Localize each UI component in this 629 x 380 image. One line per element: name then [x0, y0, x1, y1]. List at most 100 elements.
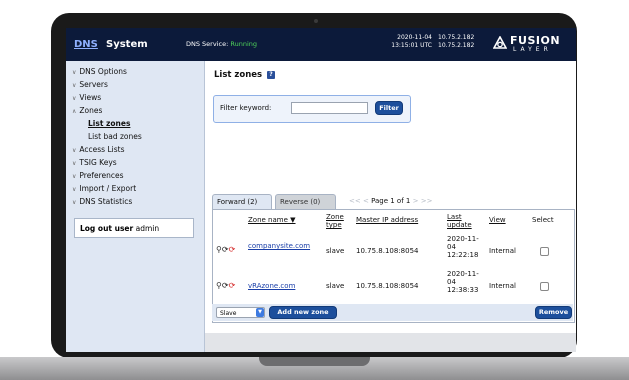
service-status: Running	[230, 40, 257, 48]
view-name: Internal	[489, 247, 516, 255]
remove-button[interactable]: Remove	[535, 306, 572, 319]
zone-type-select[interactable]: Slave ▼	[216, 307, 265, 318]
tab-forward[interactable]: Forward (2)	[212, 194, 272, 209]
chevron-up-icon: ∧	[72, 108, 77, 115]
last-update-l1: 2020-11-	[447, 235, 479, 243]
sidebar-item-access-lists[interactable]: ∨ Access Lists	[72, 145, 124, 154]
pager-prev[interactable]: <	[363, 197, 369, 205]
main-content: List zones ? Filter keyword: Filter Forw…	[205, 61, 576, 352]
ip-text-2: 10.75.2.182	[438, 42, 475, 49]
col-header-zone-type[interactable]: Zone type	[326, 213, 344, 229]
tab-reverse[interactable]: Reverse (0)	[275, 194, 336, 209]
chevron-down-icon: ∨	[72, 147, 77, 154]
chevron-down-icon: ∨	[72, 199, 77, 206]
sidebar: ∨ DNS Options ∨ Servers ∨ Views ∧ Zones List…	[66, 61, 205, 352]
service-label: DNS Service:	[186, 40, 229, 48]
delete-zone-icon[interactable]: ⟳	[229, 281, 236, 290]
pager-last[interactable]: >>	[421, 197, 433, 205]
pager-next[interactable]: >	[413, 197, 419, 205]
add-new-zone-button[interactable]: Add new zone	[269, 306, 337, 319]
pager-first[interactable]: <<	[349, 197, 361, 205]
chevron-down-icon: ∨	[72, 173, 77, 180]
refresh-icon[interactable]: ⟳	[222, 281, 229, 290]
col-header-last-update-l2: update	[447, 221, 472, 229]
col-header-last-update-l1: Last	[447, 213, 462, 221]
sidebar-item-tsig-keys[interactable]: ∨ TSIG Keys	[72, 158, 117, 167]
logout-label: Log out user	[80, 224, 134, 233]
last-update-l1: 2020-11-	[447, 270, 479, 278]
pager: << < Page 1 of 1 > >>	[349, 197, 432, 205]
view-name: Internal	[489, 282, 516, 290]
username: admin	[135, 224, 160, 233]
logout-button[interactable]: Log out user admin	[74, 218, 194, 238]
page-title: List zones ?	[214, 70, 276, 80]
filter-panel: Filter keyword: Filter	[213, 95, 411, 123]
filter-keyword-input[interactable]	[291, 102, 368, 114]
top-bar: DNS System DNS Service: Running 2020-11-…	[66, 28, 576, 61]
ip-text-1: 10.75.2.182	[438, 34, 475, 41]
help-icon[interactable]: ?	[267, 70, 276, 79]
delete-zone-icon[interactable]: ⟳	[229, 245, 236, 254]
sidebar-item-preferences[interactable]: ∨ Preferences	[72, 171, 124, 180]
chevron-down-icon: ▼	[256, 308, 264, 317]
col-header-last-update[interactable]: Last update	[447, 213, 472, 229]
zone-type-select-value: Slave	[220, 310, 237, 317]
row-2-actions: ⚲⟳⟳	[216, 281, 235, 290]
sidebar-item-dns-options[interactable]: ∨ DNS Options	[72, 67, 127, 76]
sidebar-item-label: TSIG Keys	[79, 158, 117, 167]
col-header-view[interactable]: View	[489, 216, 506, 224]
col-header-zone-name[interactable]: Zone name ▼	[248, 216, 296, 224]
last-update: 2020-11- 04 12:38:33	[447, 270, 479, 294]
brand-system: System	[106, 39, 148, 50]
filter-label: Filter keyword:	[220, 104, 272, 112]
chevron-down-icon: ∨	[72, 186, 77, 193]
sidebar-item-views[interactable]: ∨ Views	[72, 93, 101, 102]
brand-dns-link[interactable]: DNS	[74, 39, 98, 50]
sidebar-item-import-export[interactable]: ∨ Import / Export	[72, 184, 136, 193]
sidebar-item-list-zones[interactable]: List zones	[88, 119, 130, 128]
chevron-down-icon: ∨	[72, 69, 77, 76]
row-select-checkbox[interactable]	[540, 282, 549, 291]
service-status-line: DNS Service: Running	[186, 40, 257, 48]
chevron-down-icon: ∨	[72, 82, 77, 89]
fusion-layer-logo: FUSION LAYER	[493, 33, 573, 57]
pager-text: Page 1 of 1	[371, 197, 411, 205]
col-header-master-ip[interactable]: Master IP address	[356, 216, 418, 224]
footer-strip	[205, 333, 576, 352]
datetime: 2020-11-04 13:15:01 UTC	[382, 34, 432, 50]
zone-link[interactable]: companysite.com	[248, 242, 310, 250]
server-ips: 10.75.2.182 10.75.2.182	[438, 34, 474, 50]
logo-sub: LAYER	[513, 46, 552, 53]
sidebar-item-label: Zones	[79, 106, 103, 115]
refresh-icon[interactable]: ⟳	[222, 245, 229, 254]
sidebar-item-list-bad-zones[interactable]: List bad zones	[88, 132, 142, 141]
zone-type: slave	[326, 247, 345, 255]
sidebar-item-label: DNS Options	[79, 67, 127, 76]
sidebar-item-servers[interactable]: ∨ Servers	[72, 80, 108, 89]
last-update: 2020-11- 04 12:22:18	[447, 235, 479, 259]
chevron-down-icon: ∨	[72, 95, 77, 102]
laptop-notch	[259, 357, 370, 366]
table-actions-bar: Slave ▼ Add new zone Remove	[212, 304, 573, 321]
last-update-l3: 12:22:18	[447, 251, 479, 259]
col-header-zone-type-l1: Zone	[326, 213, 344, 221]
sidebar-item-label: Preferences	[79, 171, 124, 180]
filter-button[interactable]: Filter	[375, 101, 403, 115]
sidebar-item-zones[interactable]: ∧ Zones	[72, 106, 102, 115]
master-ip: 10.75.8.108:8054	[356, 247, 419, 255]
page-title-text: List zones	[214, 70, 263, 80]
col-header-select: Select	[532, 216, 554, 224]
date-text: 2020-11-04	[397, 34, 432, 41]
last-update-l2: 04	[447, 278, 456, 286]
sidebar-item-label: Import / Export	[79, 184, 137, 193]
chevron-down-icon: ∨	[72, 160, 77, 167]
zone-link[interactable]: vRAzone.com	[248, 282, 295, 290]
sidebar-item-label: Views	[79, 93, 102, 102]
last-update-l3: 12:38:33	[447, 286, 479, 294]
row-select-checkbox[interactable]	[540, 247, 549, 256]
sidebar-item-label: Servers	[79, 80, 108, 89]
row-1-actions: ⚲⟳⟳	[216, 245, 235, 254]
last-update-l2: 04	[447, 243, 456, 251]
sidebar-item-dns-statistics[interactable]: ∨ DNS Statistics	[72, 197, 132, 206]
col-header-zone-type-l2: type	[326, 221, 342, 229]
